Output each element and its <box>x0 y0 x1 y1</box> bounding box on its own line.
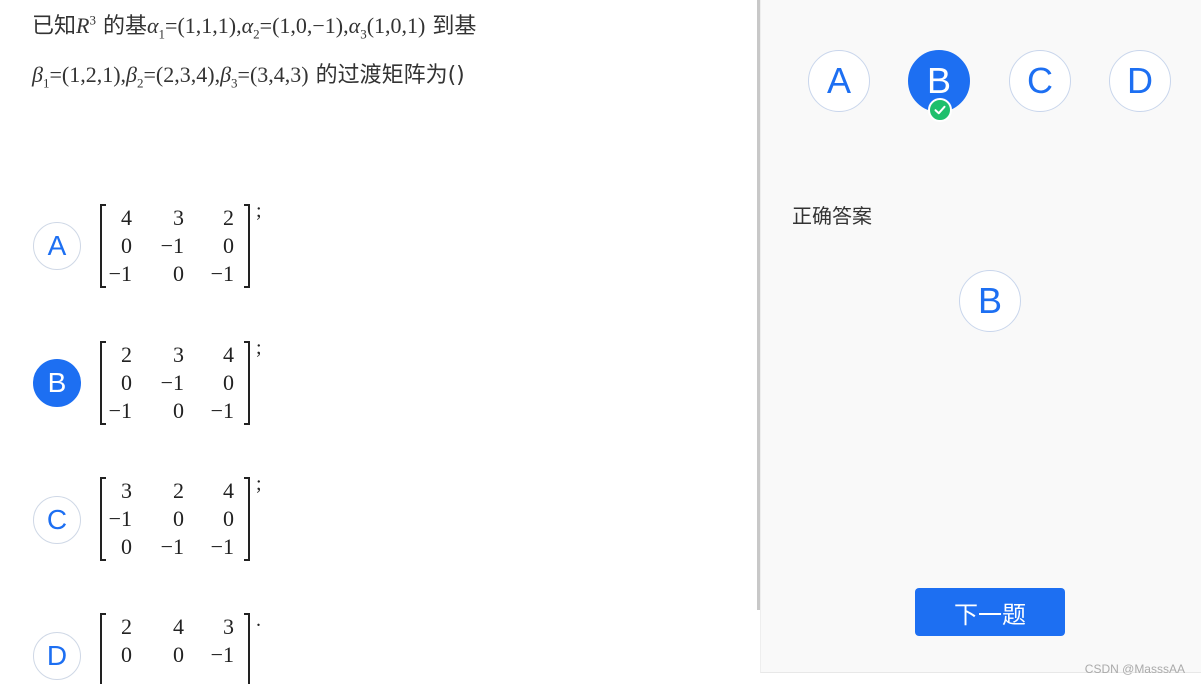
matrix-bracket-right <box>244 477 250 561</box>
question-area: 已知R3 的基α1=(1,1,1),α2=(1,0,−1),α3(1,0,1) … <box>0 0 758 684</box>
matrix-cell: −1 <box>160 370 184 395</box>
matrix-cell: 0 <box>121 642 132 667</box>
correct-answer-label: 正确答案 <box>792 204 872 228</box>
matrix-cell: 3 <box>173 205 184 230</box>
matrix-cell: 0 <box>223 370 234 395</box>
correct-answer-badge: B <box>959 270 1021 332</box>
question-text: 已知 <box>32 14 77 39</box>
question-text: 到基 <box>425 14 477 39</box>
matrix-cell: −1 <box>160 534 184 559</box>
matrix-cell: −1 <box>210 534 234 559</box>
watermark: CSDN @MasssAA <box>1084 662 1185 676</box>
option-a-button[interactable]: A <box>33 222 81 270</box>
matrix-cell: 0 <box>121 370 132 395</box>
math-beta-1: β1=(1,2,1) <box>32 62 121 91</box>
math-alpha-1: α1=(1,1,1) <box>146 13 237 42</box>
matrix-cell: 4 <box>223 478 234 503</box>
panel-choice-d[interactable]: D <box>1109 50 1171 112</box>
question-line-2: β1=(1,2,1),β2=(2,3,4),β3=(3,4,3) 的过渡矩阵为(… <box>32 57 465 91</box>
math-alpha-2: α2=(1,0,−1) <box>241 13 344 42</box>
option-d-button[interactable]: D <box>33 632 81 680</box>
matrix-cell: 0 <box>121 233 132 258</box>
matrix-cell: −1 <box>210 261 234 286</box>
matrix-cell: −1 <box>160 233 184 258</box>
matrix-cell: 2 <box>223 205 234 230</box>
matrix-cell: 3 <box>223 614 234 639</box>
matrix-cell: 0 <box>173 261 184 286</box>
matrix-cell: −1 <box>108 398 132 423</box>
math-alpha-3: α3(1,0,1) <box>348 13 426 42</box>
math-r3: R3 <box>76 12 96 38</box>
matrix-bracket-right <box>244 613 250 684</box>
question-text: 的基 <box>95 14 147 39</box>
matrix-cell: −1 <box>210 642 234 667</box>
matrix-cell: −1 <box>108 261 132 286</box>
math-beta-3: β3=(3,4,3) <box>220 62 309 91</box>
matrix-cell: −1 <box>108 506 132 531</box>
matrix-cell: 0 <box>223 233 234 258</box>
panel-choice-a[interactable]: A <box>808 50 870 112</box>
matrix-bracket-right <box>244 341 250 425</box>
matrix-bracket-right <box>244 204 250 288</box>
matrix-cell: 0 <box>121 534 132 559</box>
matrix-cell: 0 <box>173 506 184 531</box>
matrix-cell: 2 <box>121 614 132 639</box>
next-question-button[interactable]: 下一题 <box>915 588 1065 636</box>
panel-choice-c[interactable]: C <box>1009 50 1071 112</box>
question-line-1: 已知R3 的基α1=(1,1,1),α2=(1,0,−1),α3(1,0,1) … <box>32 8 476 42</box>
matrix-cell: 2 <box>173 478 184 503</box>
matrix-cell: 0 <box>223 506 234 531</box>
answer-panel: A B C D 正确答案 B 下一题 <box>760 0 1201 673</box>
matrix-cell: 4 <box>121 205 132 230</box>
option-c-button[interactable]: C <box>33 496 81 544</box>
option-punctuation: ; <box>256 473 262 495</box>
matrix-cell: 0 <box>173 398 184 423</box>
panel-choice-b-label: B <box>926 60 951 101</box>
matrix-cell: 4 <box>223 342 234 367</box>
option-b-button[interactable]: B <box>33 359 81 407</box>
option-punctuation: ; <box>256 200 262 222</box>
question-text: 的过渡矩阵为() <box>308 63 465 88</box>
matrix-cell: 4 <box>173 614 184 639</box>
panel-choice-b[interactable]: B <box>908 50 970 122</box>
matrix-cell: 0 <box>173 642 184 667</box>
matrix-cell: 2 <box>121 342 132 367</box>
check-icon <box>928 98 952 122</box>
matrix-cell: −1 <box>210 398 234 423</box>
math-beta-2: β2=(2,3,4) <box>126 62 215 91</box>
matrix-cell: 3 <box>173 342 184 367</box>
matrix-cell: 3 <box>121 478 132 503</box>
option-punctuation: . <box>256 609 261 631</box>
option-punctuation: ; <box>256 337 262 359</box>
